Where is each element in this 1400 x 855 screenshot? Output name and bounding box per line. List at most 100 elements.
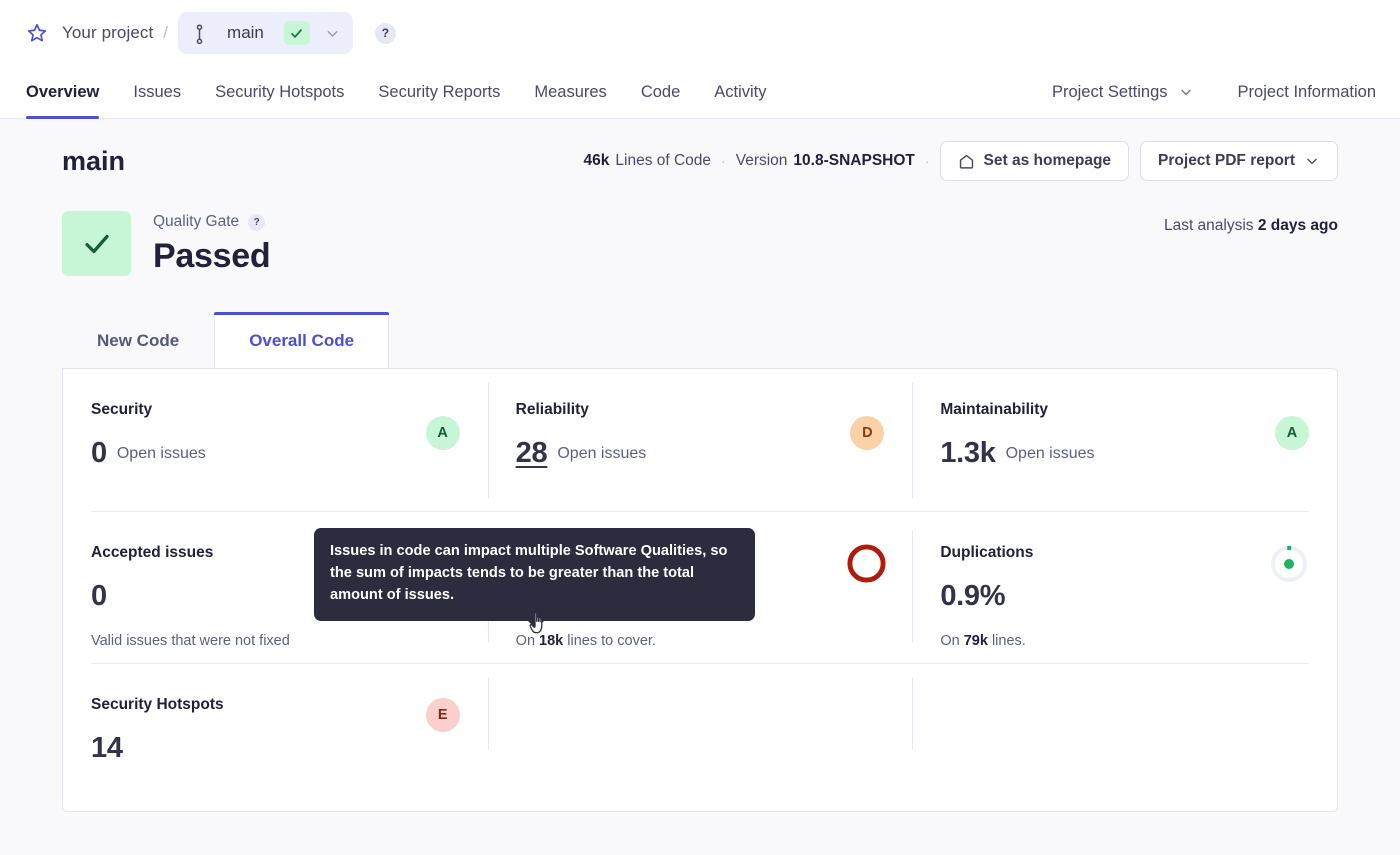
page-title: main: [62, 146, 125, 177]
nav-item-label: Overview: [26, 83, 99, 102]
measure-value[interactable]: 0: [91, 580, 107, 613]
quality-gate-text: Quality Gate ? Passed: [153, 211, 270, 276]
nav-item-label: Security Hotspots: [215, 83, 344, 102]
nav-item-label: Security Reports: [378, 83, 500, 102]
quality-gate-status-box: [62, 211, 131, 276]
quality-gate-status: Passed: [153, 237, 270, 276]
measure-value[interactable]: 1.3k: [940, 437, 995, 470]
last-analysis-value: 2 days ago: [1258, 217, 1338, 234]
measure-duplications: Duplications 0.9% On 79k lines.: [912, 512, 1337, 664]
project-pdf-report-button[interactable]: Project PDF report: [1140, 141, 1338, 181]
version-label: Version: [736, 152, 788, 170]
nav-item-measures[interactable]: Measures: [517, 66, 623, 118]
measure-unit: Open issues: [557, 445, 646, 463]
branch-name: main: [227, 23, 264, 43]
quality-gate-label-row: Quality Gate ?: [153, 213, 270, 231]
main-navigation: Overview Issues Security Hotspots Securi…: [0, 66, 1400, 119]
measure-subtext: Valid issues that were not fixed: [91, 633, 460, 649]
nav-item-label: Activity: [714, 83, 766, 102]
measure-security: Security 0 Open issues A: [63, 369, 488, 512]
measure-value[interactable]: 0.9%: [940, 580, 1005, 613]
measure-empty-cell-2: [912, 664, 1337, 764]
measure-value[interactable]: 0: [91, 437, 107, 470]
help-icon[interactable]: ?: [248, 214, 265, 231]
quality-gate-section: Quality Gate ? Passed Last analysis 2 da…: [32, 203, 1368, 276]
measure-title: Duplications: [940, 544, 1309, 562]
home-icon: [958, 153, 975, 170]
chevron-down-icon: [1304, 153, 1320, 169]
nav-item-label: Code: [641, 83, 680, 102]
tab-new-code[interactable]: New Code: [62, 312, 214, 368]
measures-row-quality: Security 0 Open issues A Reliability 28 …: [63, 369, 1337, 512]
tooltip-text: Issues in code can impact multiple Softw…: [330, 543, 727, 603]
chevron-down-icon[interactable]: [324, 25, 341, 42]
measure-subtext-value: 79k: [964, 633, 988, 649]
set-as-homepage-button[interactable]: Set as homepage: [940, 141, 1130, 181]
coverage-ring-icon[interactable]: [845, 542, 888, 585]
measure-main: 28 Open issues: [516, 437, 885, 470]
help-icon[interactable]: ?: [375, 23, 396, 44]
nav-item-project-settings[interactable]: Project Settings: [1030, 66, 1216, 118]
measure-empty-cell-1: [488, 664, 913, 764]
project-pdf-report-label: Project PDF report: [1158, 152, 1295, 170]
nav-item-label: Project Information: [1238, 83, 1376, 102]
branch-selector[interactable]: main: [178, 12, 353, 54]
branch-icon: [192, 24, 207, 43]
nav-item-security-hotspots[interactable]: Security Hotspots: [198, 66, 361, 118]
nav-right-group: Project Settings Project Information: [1030, 66, 1400, 118]
tooltip-arrow: [527, 620, 545, 629]
star-icon[interactable]: [26, 22, 48, 44]
chevron-down-icon: [1178, 84, 1194, 100]
measure-main: 0 Open issues: [91, 437, 460, 470]
last-analysis: Last analysis 2 days ago: [1164, 211, 1338, 235]
project-overview-page: main 46k Lines of Code · Version 10.8-SN…: [0, 119, 1400, 855]
breadcrumb-separator: /: [163, 23, 168, 43]
measure-subtext-prefix: On: [940, 633, 963, 649]
nav-item-code[interactable]: Code: [624, 66, 697, 118]
version-value: 10.8-SNAPSHOT: [793, 152, 914, 170]
breadcrumb-bar: Your project / main ?: [0, 0, 1400, 66]
last-analysis-label: Last analysis: [1164, 217, 1254, 234]
measures-row-hotspots: Security Hotspots 14 E: [63, 664, 1337, 764]
measure-title: Maintainability: [940, 401, 1309, 419]
page-header: main 46k Lines of Code · Version 10.8-SN…: [32, 119, 1368, 203]
nav-left-group: Overview Issues Security Hotspots Securi…: [26, 66, 784, 118]
nav-item-security-reports[interactable]: Security Reports: [361, 66, 517, 118]
measure-reliability: Reliability 28 Open issues D: [488, 369, 913, 512]
measure-value[interactable]: 14: [91, 732, 123, 765]
measure-main: 14: [91, 732, 460, 765]
nav-item-label: Issues: [133, 83, 181, 102]
tab-overall-code[interactable]: Overall Code: [214, 312, 389, 368]
measure-title: Security Hotspots: [91, 696, 460, 714]
check-icon: [284, 21, 310, 45]
nav-item-activity[interactable]: Activity: [697, 66, 783, 118]
measure-maintainability: Maintainability 1.3k Open issues A: [912, 369, 1337, 512]
nav-item-overview[interactable]: Overview: [26, 66, 116, 118]
status-badge[interactable]: E: [426, 698, 460, 732]
measure-value[interactable]: 28: [516, 437, 548, 470]
tooltip: Issues in code can impact multiple Softw…: [314, 528, 755, 621]
lines-of-code-value: 46k: [584, 152, 610, 170]
measure-subtext-suffix: lines.: [988, 633, 1026, 649]
nav-item-project-information[interactable]: Project Information: [1216, 66, 1376, 118]
nav-item-label: Project Settings: [1052, 83, 1168, 102]
tab-label: Overall Code: [249, 331, 354, 351]
nav-item-issues[interactable]: Issues: [116, 66, 198, 118]
measure-unit: Open issues: [1006, 445, 1095, 463]
status-badge[interactable]: A: [1275, 416, 1309, 450]
duplications-ring-icon[interactable]: [1269, 544, 1309, 584]
measure-subtext: On 79k lines.: [940, 633, 1309, 649]
check-icon: [82, 229, 112, 259]
measure-title: Security: [91, 401, 460, 419]
measure-security-hotspots: Security Hotspots 14 E: [63, 664, 488, 764]
status-badge[interactable]: A: [426, 416, 460, 450]
measure-main: 1.3k Open issues: [940, 437, 1309, 470]
page-header-meta: 46k Lines of Code · Version 10.8-SNAPSHO…: [584, 141, 1338, 181]
measure-subtext-value: 18k: [539, 633, 563, 649]
nav-item-label: Measures: [534, 83, 606, 102]
measure-title: Reliability: [516, 401, 885, 419]
measure-main: 0.9%: [940, 580, 1309, 613]
measure-subtext-prefix: On: [516, 633, 539, 649]
measure-subtext: On 18k lines to cover.: [516, 633, 885, 649]
breadcrumb-project-link[interactable]: Your project: [62, 23, 153, 43]
